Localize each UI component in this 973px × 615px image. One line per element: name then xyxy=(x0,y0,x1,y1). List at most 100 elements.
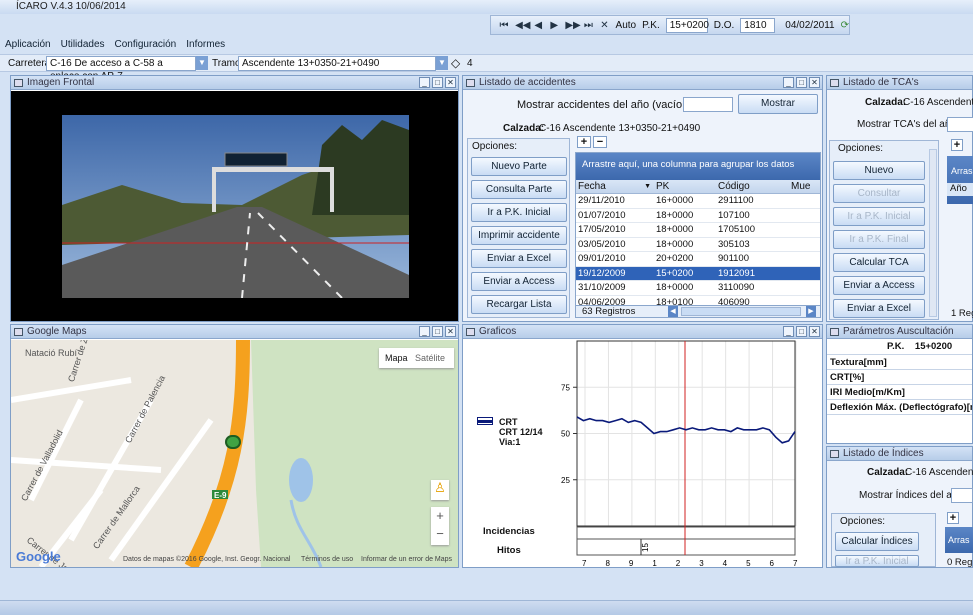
maximize-icon[interactable]: □ xyxy=(432,77,443,88)
y-tick-label: 75 xyxy=(561,383,570,392)
print-accident-button[interactable]: Imprimir accidente xyxy=(471,226,567,245)
goto-pk-initial-button[interactable]: Ir a P.K. Inicial xyxy=(835,555,919,567)
close-icon[interactable]: ✕ xyxy=(809,326,820,337)
minimize-icon[interactable]: _ xyxy=(419,77,430,88)
zoom-out-icon[interactable]: − xyxy=(431,525,449,543)
export-access-button[interactable]: Enviar a Access xyxy=(833,276,925,295)
remove-icon[interactable]: − xyxy=(593,136,607,148)
refresh-icon[interactable]: ⟳ xyxy=(841,20,849,31)
table-cell: 107100 xyxy=(718,209,750,221)
column-ano[interactable]: Año xyxy=(947,183,973,196)
grid-footer: 63 Registros ◀ ▶ xyxy=(575,305,821,318)
column-pk[interactable]: PK xyxy=(654,180,716,193)
do-input[interactable]: 1810 xyxy=(740,17,776,33)
vertical-scrollbar[interactable] xyxy=(929,149,937,317)
goto-pk-button[interactable]: Ir a P.K. Inicial xyxy=(471,203,567,222)
menu-utilidades[interactable]: Utilidades xyxy=(61,37,105,53)
previous-icon[interactable]: ◀ xyxy=(533,20,543,31)
column-codigo[interactable]: Código xyxy=(716,180,789,193)
accidents-panel: Listado de accidentes _ □ ✕ Mostrar accide… xyxy=(462,75,823,322)
auto-button[interactable]: Auto xyxy=(616,20,637,31)
x-tick-label: 9 xyxy=(629,559,634,568)
zoom-in-icon[interactable]: + xyxy=(431,507,449,525)
table-row[interactable]: 29/11/2010 16+0000 2911100 xyxy=(576,194,820,209)
last-icon[interactable]: ⏭ xyxy=(583,20,593,31)
options-box: Opciones: Nuevo Parte Consulta Parte Ir … xyxy=(467,138,570,318)
tramo-select[interactable]: Ascendente 13+0350-21+0490 xyxy=(238,56,436,71)
report-error-link[interactable]: Informar de un error de Maps xyxy=(361,556,452,563)
year-filter-input[interactable] xyxy=(951,488,973,503)
consult-report-button[interactable]: Consulta Parte xyxy=(471,180,567,199)
window-icon xyxy=(830,79,839,87)
consult-tca-button[interactable]: Consultar xyxy=(833,184,925,203)
group-hint: Arras xyxy=(947,156,973,204)
panel-title: Google Maps xyxy=(27,326,87,337)
scroll-left-icon[interactable]: ◀ xyxy=(668,306,678,317)
map-type-satellite[interactable]: Satélite xyxy=(415,348,445,368)
map-viewport[interactable]: E-9 Carrer de Zamora Carrer de Palencia … xyxy=(11,340,458,567)
menu-aplicacion[interactable]: Aplicación xyxy=(5,37,51,53)
tca-panel: Listado de TCA's Calzada: C-16 Ascendent… xyxy=(826,75,973,322)
goto-pk-initial-button[interactable]: Ir a P.K. Inicial xyxy=(833,207,925,226)
year-filter-input[interactable] xyxy=(947,117,973,132)
forward-fast-icon[interactable]: ▶▶ xyxy=(565,20,580,31)
record-count: 1 Regis xyxy=(951,308,973,319)
year-filter-input[interactable] xyxy=(683,97,733,112)
close-icon[interactable]: ✕ xyxy=(445,77,456,88)
add-icon[interactable]: + xyxy=(947,512,959,524)
maximize-icon[interactable]: □ xyxy=(432,326,443,337)
window-icon xyxy=(14,328,23,336)
table-row[interactable]: 17/05/2010 18+0000 1705100 xyxy=(576,223,820,238)
horizontal-scrollbar[interactable] xyxy=(681,307,801,316)
reload-list-button[interactable]: Recargar Lista xyxy=(471,295,567,314)
maximize-icon[interactable]: □ xyxy=(796,77,807,88)
table-cell: 901100 xyxy=(718,253,749,264)
pk-input[interactable]: 15+0200 xyxy=(665,17,709,33)
table-row[interactable]: 01/07/2010 18+0000 107100 xyxy=(576,209,820,223)
table-row[interactable]: 09/01/2010 20+0200 901100 xyxy=(576,252,820,267)
column-mue[interactable]: Mue xyxy=(789,180,810,193)
rewind-fast-icon[interactable]: ◀◀ xyxy=(515,20,530,31)
indices-panel: Listado de Índices Calzada: C-16 Ascende… xyxy=(826,446,973,568)
minimize-icon[interactable]: _ xyxy=(783,77,794,88)
export-access-button[interactable]: Enviar a Access xyxy=(471,272,567,291)
panel-title: Graficos xyxy=(479,326,517,337)
add-icon[interactable]: + xyxy=(577,136,591,148)
pegman-icon[interactable]: ♙ xyxy=(431,480,449,500)
table-cell: 19/12/2009 xyxy=(578,267,626,279)
close-icon[interactable]: ✕ xyxy=(445,326,456,337)
map-type-map[interactable]: Mapa xyxy=(385,348,408,368)
new-report-button[interactable]: Nuevo Parte xyxy=(471,157,567,176)
menu-informes[interactable]: Informes xyxy=(186,37,225,53)
chevron-down-icon[interactable]: ▼ xyxy=(436,56,448,70)
tag-icon[interactable]: ◇ xyxy=(451,56,460,70)
calculate-tca-button[interactable]: Calcular TCA xyxy=(833,253,925,272)
close-icon[interactable]: ✕ xyxy=(809,77,820,88)
add-icon[interactable]: + xyxy=(951,139,963,151)
table-row[interactable]: 31/10/2009 18+0000 3110090 xyxy=(576,281,820,296)
table-row[interactable]: 19/12/2009 15+0200 1912091 xyxy=(576,266,820,281)
column-fecha[interactable]: Fecha ▼ xyxy=(576,180,654,193)
close-icon[interactable]: ✕ xyxy=(599,20,609,31)
next-icon[interactable]: ▶ xyxy=(549,20,559,31)
carretera-select[interactable]: C-16 De acceso a C-58 a enlace con AP-7 xyxy=(46,56,196,82)
terms-link[interactable]: Términos de uso xyxy=(301,556,353,563)
table-cell: 20+0200 xyxy=(656,253,694,264)
first-icon[interactable]: ⏮ xyxy=(499,20,509,31)
export-excel-button[interactable]: Enviar a Excel xyxy=(471,249,567,268)
export-excel-button[interactable]: Enviar a Excel xyxy=(833,299,925,318)
maximize-icon[interactable]: □ xyxy=(796,326,807,337)
show-button[interactable]: Mostrar xyxy=(738,94,818,114)
scroll-right-icon[interactable]: ▶ xyxy=(806,306,816,317)
new-tca-button[interactable]: Nuevo xyxy=(833,161,925,180)
goto-pk-final-button[interactable]: Ir a P.K. Final xyxy=(833,230,925,249)
table-row[interactable]: 03/05/2010 18+0000 305103 xyxy=(576,238,820,252)
calculate-indices-button[interactable]: Calcular Índices xyxy=(835,532,919,551)
options-label: Opciones: xyxy=(840,516,886,527)
chevron-down-icon[interactable]: ▼ xyxy=(196,56,208,70)
minimize-icon[interactable]: _ xyxy=(419,326,430,337)
calzada-label: Calzada: xyxy=(865,97,907,108)
menu-configuracion[interactable]: Configuración xyxy=(115,37,177,53)
minimize-icon[interactable]: _ xyxy=(783,326,794,337)
table-cell: 18+0000 xyxy=(656,224,694,235)
